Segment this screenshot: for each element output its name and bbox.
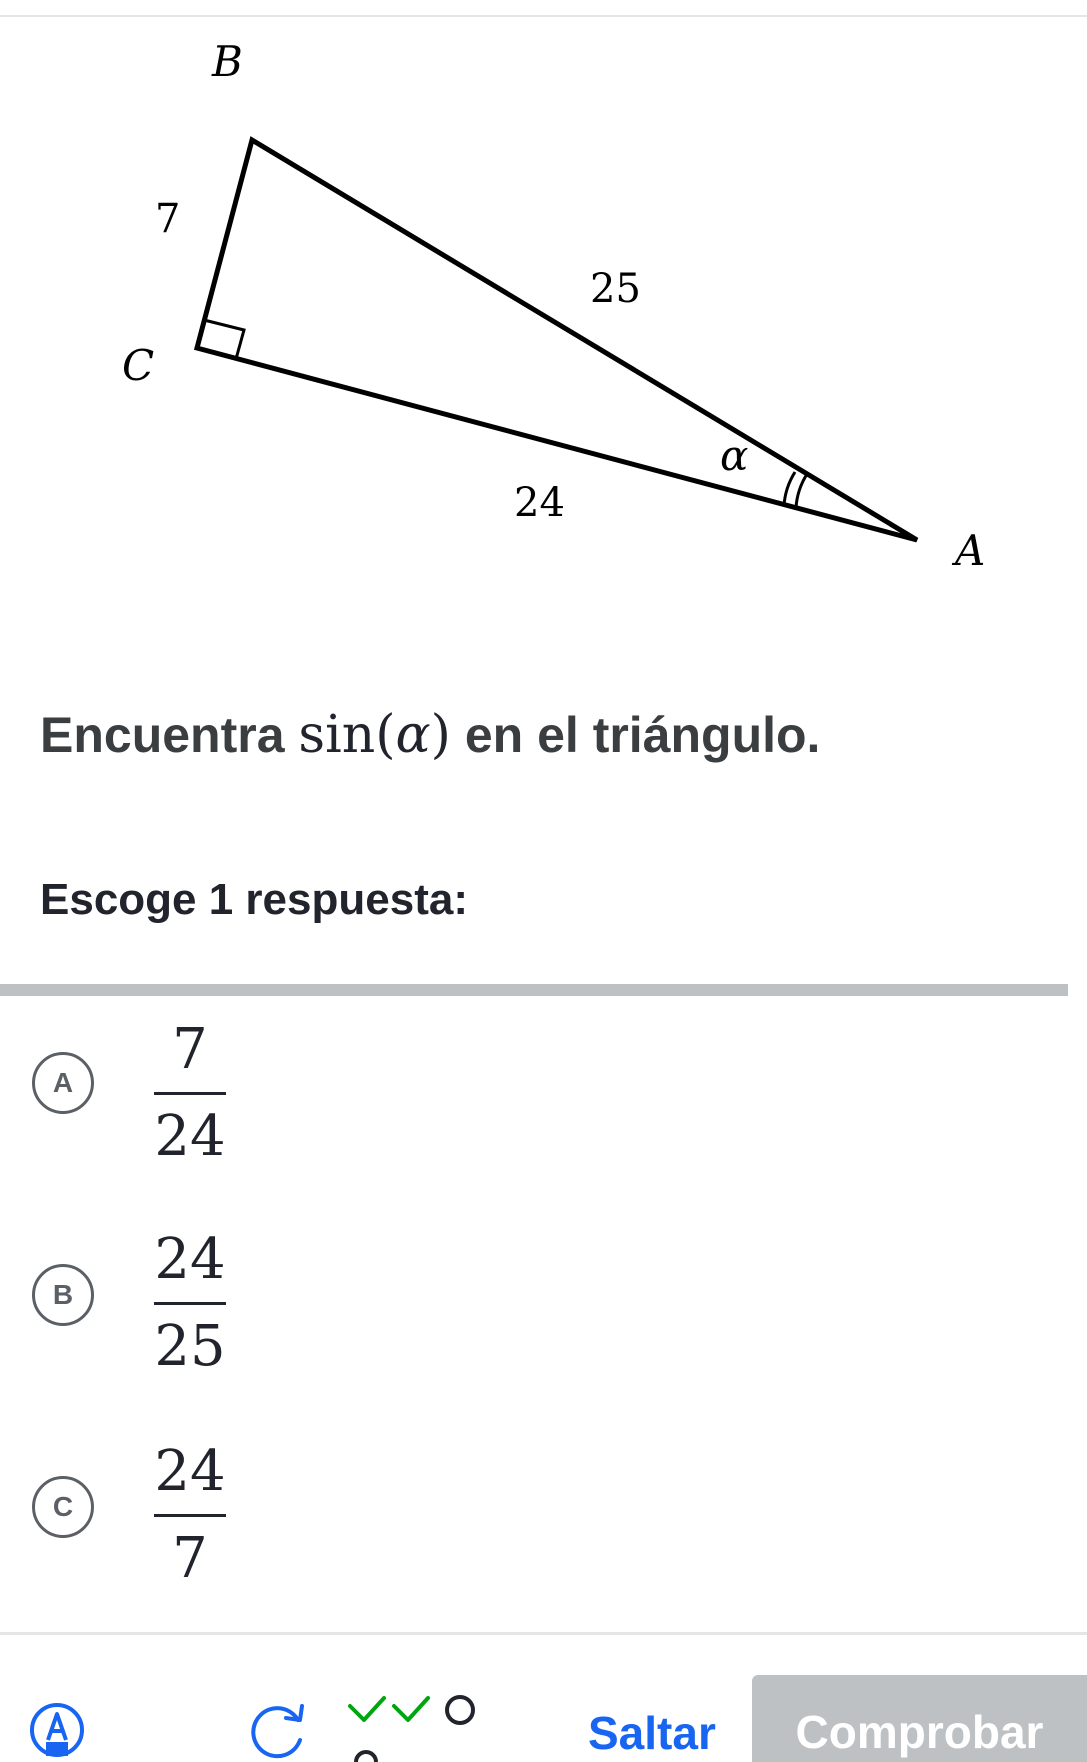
- streak-progress-icon: [348, 1695, 475, 1762]
- question-math: sin(α): [298, 705, 451, 765]
- side-ab-label: 25: [590, 266, 641, 312]
- math-variable: α: [395, 705, 431, 765]
- check-button[interactable]: Comprobar: [752, 1675, 1087, 1762]
- vertex-b-label: B: [211, 40, 243, 86]
- vertex-c-label: C: [122, 341, 154, 390]
- choice-b-denominator: 25: [154, 1314, 226, 1379]
- progress-indicator-dot: [354, 1750, 378, 1762]
- highlighter-icon[interactable]: [28, 1700, 86, 1762]
- choice-c-denominator: 7: [172, 1526, 208, 1591]
- choice-b[interactable]: B 24 25: [0, 1212, 1087, 1402]
- choice-a[interactable]: A 7 24: [0, 1000, 1087, 1190]
- footer-divider: [0, 1632, 1087, 1635]
- choice-c-fraction: 24 7: [150, 1432, 230, 1599]
- choice-c[interactable]: C 24 7: [0, 1424, 1087, 1614]
- fraction-bar: [154, 1514, 226, 1517]
- choice-b-numerator: 24: [154, 1227, 226, 1292]
- triangle-diagram: B C A 7 25 24 α: [122, 40, 985, 575]
- top-divider: [0, 15, 1087, 17]
- angle-alpha-label: α: [720, 431, 748, 480]
- question-text: Encuentra sin(α) en el triángulo.: [40, 705, 820, 765]
- choice-c-letter-badge: C: [32, 1476, 94, 1538]
- restart-icon[interactable]: [248, 1700, 312, 1762]
- side-bc-label: 7: [155, 196, 180, 242]
- fraction-bar: [154, 1302, 226, 1305]
- choice-b-letter-badge: B: [32, 1264, 94, 1326]
- choice-a-fraction: 7 24: [150, 1010, 230, 1177]
- choice-b-fraction: 24 25: [150, 1220, 230, 1387]
- choices-divider: [0, 984, 1068, 996]
- answer-instruction: Escoge 1 respuesta:: [40, 875, 468, 924]
- progress-correct-check-2: [392, 1696, 430, 1722]
- choice-a-numerator: 7: [172, 1017, 208, 1082]
- progress-correct-check-1: [348, 1696, 386, 1722]
- side-ac-label: 24: [514, 480, 565, 526]
- question-suffix: en el triángulo.: [464, 707, 821, 763]
- angle-arc-marker: [782, 471, 809, 509]
- choice-c-numerator: 24: [154, 1439, 226, 1504]
- math-open-paren: (: [375, 705, 396, 765]
- choice-a-denominator: 24: [154, 1104, 226, 1169]
- skip-button[interactable]: Saltar: [588, 1706, 716, 1760]
- math-function: sin: [298, 705, 376, 765]
- vertex-a-label: A: [951, 526, 985, 575]
- fraction-bar: [154, 1092, 226, 1095]
- choice-a-letter-badge: A: [32, 1052, 94, 1114]
- progress-pending-circle: [445, 1695, 475, 1725]
- math-close-paren: ): [430, 705, 451, 765]
- question-prefix: Encuentra: [40, 707, 285, 763]
